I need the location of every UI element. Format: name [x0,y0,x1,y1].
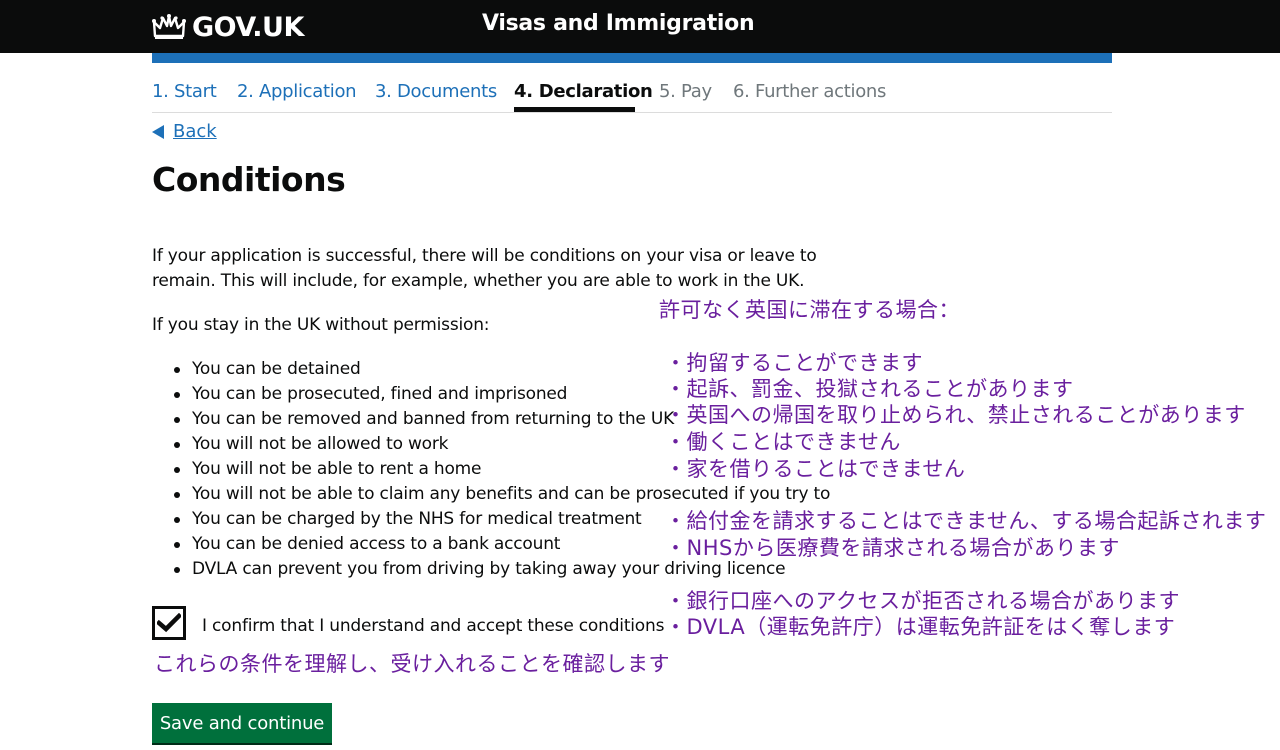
step-documents-link[interactable]: 3. Documents [375,81,497,102]
stay-without-permission-text: If you stay in the UK without permission… [152,315,490,335]
save-and-continue-button[interactable]: Save and continue [152,703,332,743]
back-arrow-icon [152,124,164,139]
confirm-checkbox[interactable] [152,606,186,640]
logo-text: GOV.UK [192,11,304,43]
jp-item-annotation: ・DVLA（運転免許庁）は運転免許証をはく奪します [665,615,1176,639]
jp-item-annotation: ・家を借りることはできません [665,457,966,481]
jp-item-annotation: ・英国への帰国を取り止められ、禁止されることがあります [665,403,1246,427]
step-pay: 5. Pay [659,81,712,102]
back-link-label: Back [173,121,217,142]
jp-item-annotation: ・NHSから医療費を請求される場合があります [665,536,1120,560]
jp-confirm-annotation: これらの条件を理解し、受け入れることを確認します [154,652,670,676]
crown-icon [152,14,186,39]
intro-line-2: remain. This will include, for example, … [152,271,805,291]
govuk-header: GOV.UK Visas and Immigration [0,0,1280,53]
current-step-underline [514,107,635,112]
back-link[interactable]: Back [152,121,217,142]
jp-item-annotation: ・給付金を請求することはできません、する場合起訴されます [665,509,1267,533]
header-blue-bar [152,53,1112,63]
govuk-logo-link[interactable]: GOV.UK [152,10,304,44]
page-title: Conditions [152,160,346,199]
step-application-link[interactable]: 2. Application [237,81,357,102]
checkmark-icon [157,613,181,633]
step-further-actions: 6. Further actions [733,81,887,102]
intro-line-1: If your application is successful, there… [152,246,817,266]
jp-item-annotation: ・働くことはできません [665,430,901,454]
step-start-link[interactable]: 1. Start [152,81,217,102]
confirm-checkbox-label[interactable]: I confirm that I understand and accept t… [202,616,664,636]
condition-item: You will not be able to claim any benefi… [173,482,830,507]
step-declaration-current: 4. Declaration [514,81,653,102]
jp-heading-annotation: 許可なく英国に滞在する場合： [659,298,960,322]
service-name-link[interactable]: Visas and Immigration [482,11,755,36]
